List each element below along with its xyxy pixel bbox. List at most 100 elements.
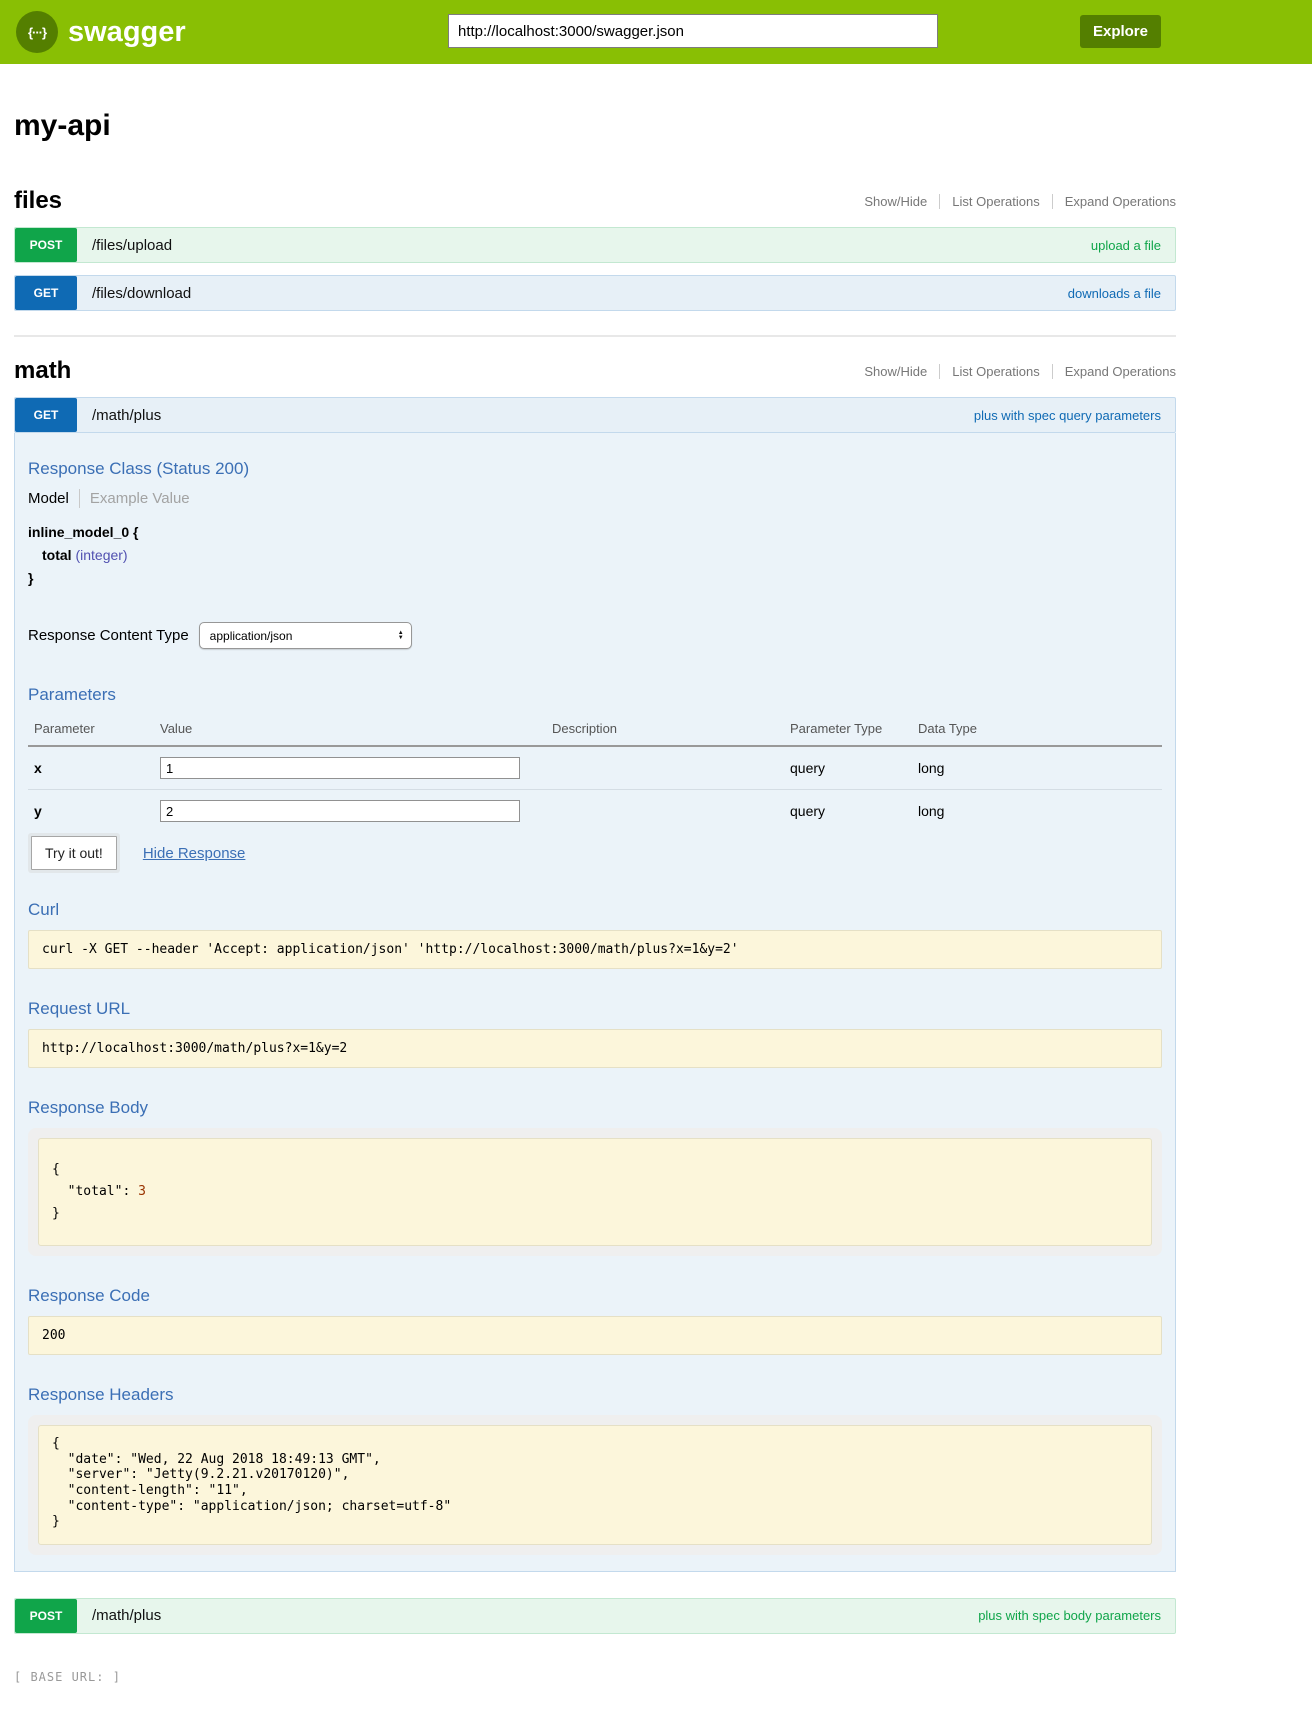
column-header: Value — [154, 715, 546, 746]
code-line: "total": — [52, 1184, 138, 1199]
explore-button[interactable]: Explore — [1080, 15, 1161, 48]
post-method-badge[interactable]: POST — [15, 1599, 77, 1633]
response-class-heading: Response Class (Status 200) — [28, 459, 1162, 479]
list-operations-link[interactable]: List Operations — [940, 194, 1051, 209]
math-section-controls: Show/Hide List Operations Expand Operati… — [852, 364, 1176, 379]
parameters-header-row: Parameter Value Description Parameter Ty… — [28, 715, 1162, 746]
model-close-brace: } — [28, 570, 1162, 586]
code-line: { — [52, 1436, 60, 1451]
brand-name: swagger — [68, 16, 186, 49]
code-line: "content-length": "11", — [52, 1483, 248, 1498]
parameter-data-type: long — [912, 790, 1162, 833]
parameters-heading: Parameters — [28, 685, 1162, 705]
response-content-type-row: Response Content Type application/json ▲… — [28, 622, 1162, 649]
section-divider — [14, 335, 1176, 337]
tab-example-value[interactable]: Example Value — [80, 490, 190, 507]
operation-summary-link[interactable]: plus with spec query parameters — [974, 408, 1161, 423]
request-url-value: http://localhost:3000/math/plus?x=1&y=2 — [28, 1029, 1162, 1068]
list-operations-link[interactable]: List Operations — [940, 364, 1051, 379]
code-line: } — [52, 1206, 60, 1221]
response-headers-json: { "date": "Wed, 22 Aug 2018 18:49:13 GMT… — [38, 1425, 1152, 1545]
swagger-brand[interactable]: {···} swagger — [16, 11, 186, 53]
selected-content-type: application/json — [210, 629, 293, 643]
operation-expanded-content: Response Class (Status 200) Model Exampl… — [14, 433, 1176, 1572]
code-line: } — [52, 1514, 60, 1529]
parameter-description — [546, 746, 784, 790]
response-headers-heading: Response Headers — [28, 1385, 1162, 1405]
try-it-out-row: Try it out! Hide Response — [31, 836, 1162, 870]
show-hide-link[interactable]: Show/Hide — [852, 364, 939, 379]
operation-path[interactable]: /files/download — [92, 285, 191, 302]
parameter-name: y — [28, 790, 154, 833]
model-property-name: total — [42, 547, 72, 563]
json-number-value: 3 — [138, 1184, 146, 1199]
code-line: "content-type": "application/json; chars… — [52, 1499, 451, 1514]
model-property: total (integer) — [42, 547, 1162, 563]
operation-path[interactable]: /math/plus — [92, 1607, 161, 1624]
try-it-out-button[interactable]: Try it out! — [31, 836, 117, 870]
operation-summary-link[interactable]: plus with spec body parameters — [978, 1608, 1161, 1623]
request-url-heading: Request URL — [28, 999, 1162, 1019]
response-code-heading: Response Code — [28, 1286, 1162, 1306]
hide-response-link[interactable]: Hide Response — [143, 845, 246, 862]
parameter-name: x — [28, 746, 154, 790]
code-line: "server": "Jetty(9.2.21.v20170120)", — [52, 1467, 349, 1482]
spec-url-input[interactable] — [448, 14, 938, 48]
column-header: Data Type — [912, 715, 1162, 746]
response-content-type-select[interactable]: application/json ▲▼ — [199, 622, 412, 649]
get-method-badge[interactable]: GET — [15, 398, 77, 432]
math-section-header: math Show/Hide List Operations Expand Op… — [14, 357, 1176, 385]
parameter-data-type: long — [912, 746, 1162, 790]
curl-command: curl -X GET --header 'Accept: applicatio… — [28, 930, 1162, 969]
column-header: Parameter Type — [784, 715, 912, 746]
header-bar: {···} swagger Explore — [0, 0, 1312, 64]
code-line: http://localhost:3000/math/plus?x=1&y=2 — [42, 1041, 347, 1056]
operation-row-get-math-plus[interactable]: GET /math/plus plus with spec query para… — [14, 397, 1176, 433]
column-header: Description — [546, 715, 784, 746]
response-headers-container: { "date": "Wed, 22 Aug 2018 18:49:13 GMT… — [28, 1415, 1162, 1555]
model-name: inline_model_0 { — [28, 524, 1162, 540]
parameter-type: query — [784, 790, 912, 833]
parameter-description — [546, 790, 784, 833]
expand-operations-link[interactable]: Expand Operations — [1053, 194, 1176, 209]
operation-row-post-files-upload[interactable]: POST /files/upload upload a file — [14, 227, 1176, 263]
code-line: "date": "Wed, 22 Aug 2018 18:49:13 GMT", — [52, 1452, 381, 1467]
operation-row-post-math-plus[interactable]: POST /math/plus plus with spec body para… — [14, 1598, 1176, 1634]
model-tabs: Model Example Value — [28, 489, 1162, 508]
parameter-row-x: x query long — [28, 746, 1162, 790]
response-body-heading: Response Body — [28, 1098, 1162, 1118]
operation-row-get-files-download[interactable]: GET /files/download downloads a file — [14, 275, 1176, 311]
operation-summary-link[interactable]: downloads a file — [1068, 286, 1161, 301]
get-method-badge[interactable]: GET — [15, 276, 77, 310]
response-code-value: 200 — [28, 1316, 1162, 1355]
model-signature: inline_model_0 { total (integer) } — [28, 524, 1162, 586]
response-content-type-label: Response Content Type — [28, 627, 189, 644]
parameter-type: query — [784, 746, 912, 790]
tab-model[interactable]: Model — [28, 490, 79, 507]
expand-operations-link[interactable]: Expand Operations — [1053, 364, 1176, 379]
operation-path[interactable]: /files/upload — [92, 237, 172, 254]
show-hide-link[interactable]: Show/Hide — [852, 194, 939, 209]
code-line: curl -X GET --header 'Accept: applicatio… — [42, 942, 739, 957]
page-title: my-api — [14, 109, 1176, 143]
base-url-footer: [ BASE URL: ] — [14, 1670, 1176, 1684]
operation-summary-link[interactable]: upload a file — [1091, 238, 1161, 253]
response-body-container: { "total": 3 } — [28, 1128, 1162, 1256]
parameter-value-input-x[interactable] — [160, 757, 520, 779]
math-section-title[interactable]: math — [14, 357, 71, 385]
parameter-row-y: y query long — [28, 790, 1162, 833]
files-section-title[interactable]: files — [14, 187, 62, 215]
column-header: Parameter — [28, 715, 154, 746]
main-content: my-api files Show/Hide List Operations E… — [14, 109, 1176, 1684]
response-body-json: { "total": 3 } — [38, 1138, 1152, 1246]
parameter-value-input-y[interactable] — [160, 800, 520, 822]
post-method-badge[interactable]: POST — [15, 228, 77, 262]
operation-path[interactable]: /math/plus — [92, 407, 161, 424]
code-line: 200 — [42, 1328, 65, 1343]
swagger-logo-icon: {···} — [16, 11, 58, 53]
select-arrows-icon: ▲▼ — [398, 631, 404, 641]
code-line: { — [52, 1162, 60, 1177]
files-section-controls: Show/Hide List Operations Expand Operati… — [852, 194, 1176, 209]
curl-heading: Curl — [28, 900, 1162, 920]
parameters-table: Parameter Value Description Parameter Ty… — [28, 715, 1162, 832]
